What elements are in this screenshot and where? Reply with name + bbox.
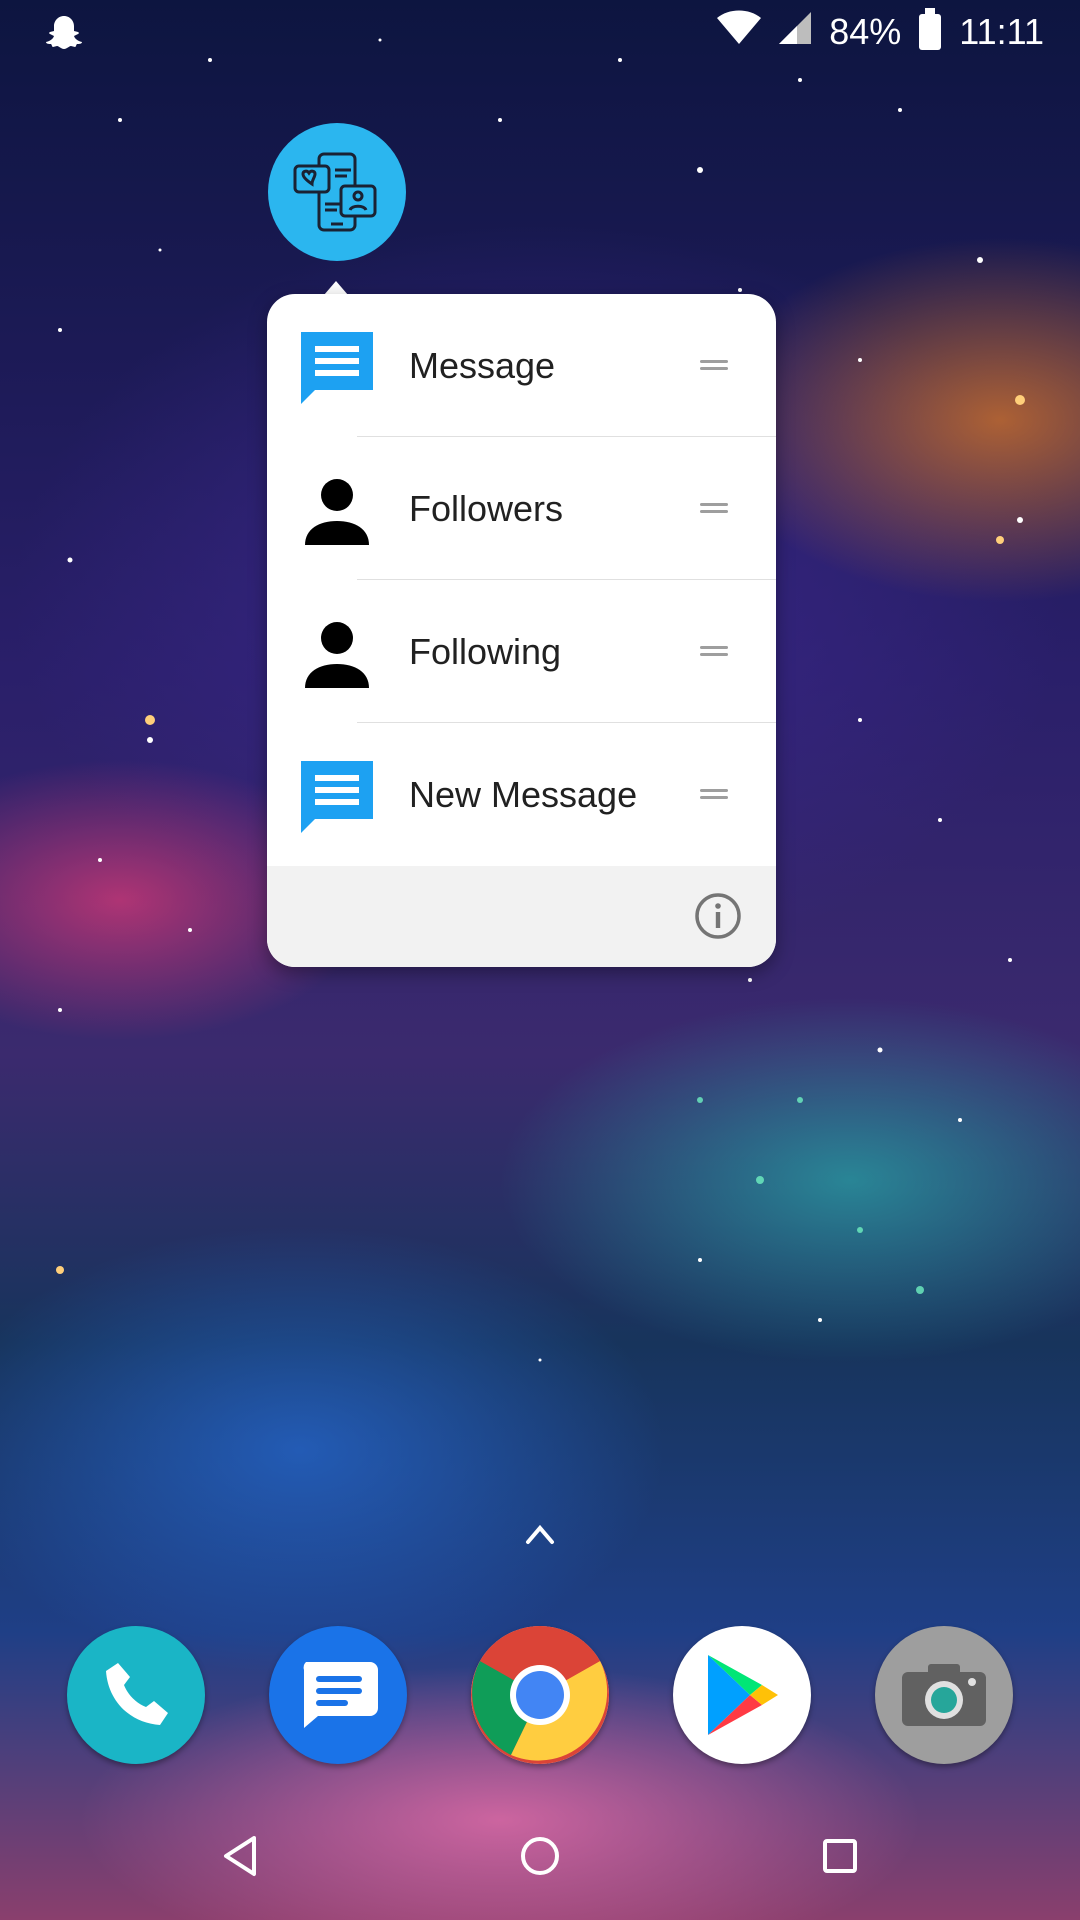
- shortcut-label: New Message: [409, 773, 638, 815]
- battery-text: 84%: [829, 10, 902, 52]
- shortcut-following[interactable]: Following: [267, 580, 776, 723]
- app-drawer-arrow-icon[interactable]: [524, 1520, 556, 1548]
- shortcut-followers[interactable]: Followers: [267, 437, 776, 580]
- home-button[interactable]: [510, 1826, 570, 1886]
- person-icon: [297, 471, 377, 551]
- popup-footer: [267, 866, 776, 967]
- play-store-app-icon[interactable]: [673, 1626, 811, 1764]
- messages-app-icon[interactable]: [269, 1626, 407, 1764]
- drag-handle-icon[interactable]: [700, 646, 728, 656]
- camera-app-icon[interactable]: [875, 1626, 1013, 1764]
- shortcut-label: Followers: [409, 487, 564, 529]
- app-icon[interactable]: [268, 123, 406, 261]
- message-icon: [297, 328, 377, 408]
- popup-caret: [324, 281, 348, 295]
- dock: [0, 1626, 1080, 1766]
- wifi-icon: [717, 10, 762, 53]
- clock: 11:11: [959, 10, 1044, 52]
- snapchat-ghost-icon: [44, 14, 84, 55]
- drag-handle-icon[interactable]: [700, 360, 728, 370]
- chat-profile-icon: [293, 152, 377, 232]
- shortcut-label: Message: [409, 344, 556, 386]
- status-bar: 84% 11:11: [0, 0, 1080, 64]
- message-icon: [297, 757, 377, 837]
- battery-icon: [919, 7, 942, 50]
- shortcut-label: Following: [409, 630, 562, 672]
- shortcut-message[interactable]: Message: [267, 294, 776, 437]
- navigation-bar: [0, 1794, 1080, 1920]
- shortcut-new-message[interactable]: New Message: [267, 723, 776, 866]
- recents-button[interactable]: [810, 1826, 870, 1886]
- info-icon[interactable]: [694, 892, 742, 940]
- chrome-app-icon[interactable]: [471, 1626, 609, 1764]
- drag-handle-icon[interactable]: [700, 503, 728, 513]
- person-icon: [297, 614, 377, 694]
- shortcut-popup: Message Followers Following New Message: [267, 294, 776, 967]
- cell-signal-icon: [779, 11, 812, 53]
- back-button[interactable]: [210, 1826, 270, 1886]
- drag-handle-icon[interactable]: [700, 789, 728, 799]
- phone-app-icon[interactable]: [67, 1626, 205, 1764]
